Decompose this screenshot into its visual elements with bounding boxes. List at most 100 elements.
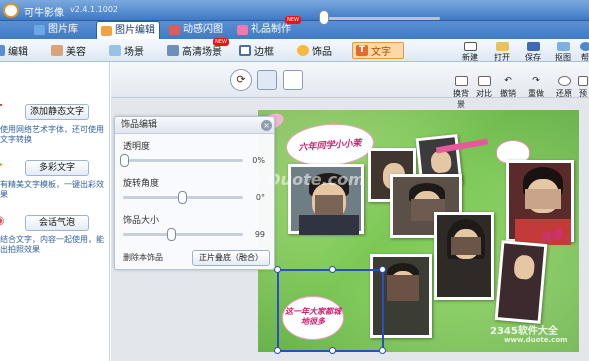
speech-bubble-desc: 结合文字，内容一起使用，能出拍照效果 bbox=[0, 235, 104, 254]
open-label: 打开 bbox=[494, 53, 510, 62]
new-icon bbox=[463, 42, 477, 51]
resize-handle[interactable] bbox=[329, 266, 336, 273]
resize-handle[interactable] bbox=[274, 266, 281, 273]
rotate-label: 旋转角度 bbox=[123, 179, 160, 189]
fit-window-icon[interactable] bbox=[257, 70, 277, 90]
new-label: 新建 bbox=[462, 53, 478, 62]
size-value: 99 bbox=[254, 230, 265, 239]
face-icon bbox=[51, 45, 63, 56]
rotate-slider-knob[interactable] bbox=[178, 191, 187, 204]
opacity-slider-knob[interactable] bbox=[120, 154, 129, 167]
subtab-label: 美容 bbox=[66, 47, 86, 58]
save-label: 保存 bbox=[525, 53, 541, 62]
preview-button[interactable]: 预 bbox=[576, 75, 589, 99]
opacity-slider-track[interactable] bbox=[123, 159, 243, 162]
cutout-label: 抠图 bbox=[555, 53, 571, 62]
decoration-edit-panel: 饰品编辑 × 透明度 0% 旋转角度 0° 饰品大小 99 删除本饰品 正片叠底… bbox=[114, 116, 275, 270]
frame-icon bbox=[239, 45, 251, 56]
subtab-label: 文字 bbox=[371, 47, 391, 58]
new-badge: NEW bbox=[213, 38, 229, 46]
tab-picture-library[interactable]: 图片库 bbox=[30, 21, 82, 39]
subtab-frame[interactable]: 边框 bbox=[236, 42, 277, 59]
speech-bubble-icon: ◉ bbox=[0, 213, 10, 227]
mosaic-blur bbox=[315, 195, 343, 215]
decoration-selection-box[interactable] bbox=[274, 266, 386, 354]
multicolor-text-icon: ✦ bbox=[0, 158, 10, 172]
size-slider-track[interactable] bbox=[123, 233, 243, 236]
cutout-button[interactable]: 抠图 bbox=[550, 41, 576, 62]
redo-label: 重做 bbox=[528, 89, 544, 98]
tab-animated-gif[interactable]: 动感闪图 bbox=[165, 21, 227, 39]
text-icon: T bbox=[356, 45, 368, 56]
resize-handle[interactable] bbox=[379, 347, 386, 354]
help-icon bbox=[579, 42, 589, 51]
tab-gift-making[interactable]: 礼品制作 NEW bbox=[233, 16, 301, 39]
mosaic-blur bbox=[525, 189, 561, 209]
mosaic-blur bbox=[451, 237, 481, 255]
resize-handle[interactable] bbox=[274, 347, 281, 354]
shirt bbox=[299, 215, 359, 235]
subtab-text[interactable]: T 文字 bbox=[352, 42, 404, 59]
app-title: 可牛影像 bbox=[24, 8, 64, 19]
multicolor-text-button[interactable]: 多彩文字 bbox=[25, 160, 89, 176]
speech-bubble-button[interactable]: 会话气泡 bbox=[25, 215, 89, 231]
blend-multiply-button[interactable]: 正片叠底（融合） bbox=[192, 250, 270, 266]
save-button[interactable]: 保存 bbox=[520, 41, 546, 62]
left-panel: T 添加静态文字 使用网络艺术字体，还可使用文字转换 ✦ 多彩文字 有精美文字模… bbox=[0, 62, 110, 361]
zoom-slider-knob[interactable] bbox=[319, 10, 329, 25]
compare-label: 对比 bbox=[476, 89, 492, 98]
tab-label: 礼品制作 bbox=[251, 24, 291, 35]
restore-icon bbox=[557, 76, 571, 86]
photo-right-bottom bbox=[494, 240, 548, 324]
new-badge: NEW bbox=[285, 16, 301, 24]
decoration-icon bbox=[297, 45, 309, 56]
opacity-value: 0% bbox=[252, 156, 265, 165]
subtab-scene[interactable]: 场景 bbox=[106, 42, 147, 59]
tab-label: 图片编辑 bbox=[115, 24, 155, 36]
multicolor-text-desc: 有精美文字模板，一键出彩效果 bbox=[0, 180, 104, 199]
preview-icon bbox=[578, 76, 588, 86]
delete-decoration-link[interactable]: 删除本饰品 bbox=[123, 252, 163, 263]
mosaic-blur bbox=[387, 275, 419, 301]
photo-girl-center bbox=[434, 212, 494, 300]
app-window: 可牛影像 v2.4.1.1002 图片库 图片编辑 动感闪图 礼品制作 NEW … bbox=[0, 0, 589, 361]
zoom-slider-track[interactable] bbox=[325, 17, 440, 20]
help-button[interactable]: 帮 bbox=[578, 41, 589, 62]
picture-edit-icon bbox=[101, 25, 112, 36]
picture-library-icon bbox=[34, 25, 45, 35]
change-background-button[interactable]: 换背景 bbox=[450, 75, 472, 109]
undo-button[interactable]: ↶ 撤销 bbox=[497, 75, 519, 99]
actual-size-icon[interactable] bbox=[283, 70, 303, 90]
tab-picture-edit[interactable]: 图片编辑 bbox=[96, 21, 160, 39]
undo-icon: ↶ bbox=[504, 76, 512, 86]
new-button[interactable]: 新建 bbox=[457, 41, 483, 62]
subtab-beauty[interactable]: 美容 bbox=[48, 42, 89, 59]
open-button[interactable]: 打开 bbox=[489, 41, 515, 62]
rotate-icon[interactable]: ⟳ bbox=[230, 69, 252, 91]
add-static-text-button[interactable]: 添加静态文字 bbox=[25, 104, 89, 120]
size-slider-knob[interactable] bbox=[167, 228, 176, 241]
undo-label: 撤销 bbox=[500, 89, 516, 98]
compare-icon bbox=[477, 76, 491, 86]
panel-title: 饰品编辑 bbox=[115, 117, 274, 134]
close-icon[interactable]: × bbox=[261, 120, 272, 131]
cutout-icon bbox=[556, 42, 570, 51]
static-text-desc: 使用网络艺术字体，还可使用文字转换 bbox=[0, 125, 104, 144]
restore-button[interactable]: 还原 bbox=[553, 75, 575, 99]
redo-button[interactable]: ↷ 重做 bbox=[525, 75, 547, 99]
compare-button[interactable]: 对比 bbox=[473, 75, 495, 99]
resize-handle[interactable] bbox=[379, 266, 386, 273]
watermark-brand: 2345软件大全 bbox=[490, 326, 558, 337]
change-background-icon bbox=[454, 76, 468, 86]
gift-icon bbox=[237, 25, 248, 35]
subtab-hd-scene[interactable]: 高清场景 NEW bbox=[164, 38, 229, 59]
tab-label: 动感闪图 bbox=[183, 24, 223, 35]
subtab-decoration[interactable]: 饰品 bbox=[294, 42, 335, 59]
resize-handle[interactable] bbox=[329, 347, 336, 354]
animated-gif-icon bbox=[169, 25, 180, 35]
opacity-label: 透明度 bbox=[123, 142, 151, 152]
edit-icon bbox=[0, 45, 5, 56]
subtab-edit[interactable]: 编辑 bbox=[0, 42, 31, 59]
preview-label: 预 bbox=[579, 89, 587, 98]
app-version: v2.4.1.1002 bbox=[70, 5, 118, 14]
